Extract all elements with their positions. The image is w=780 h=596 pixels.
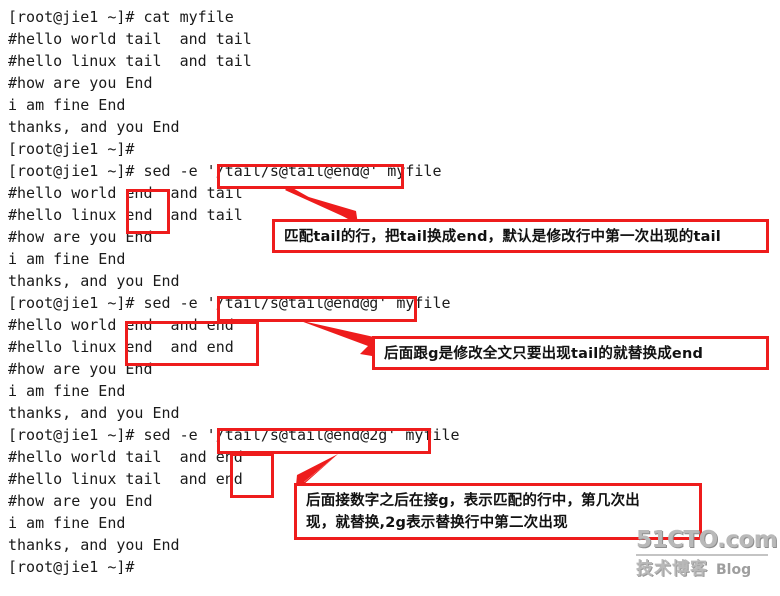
annotation-note-3: 后面接数字之后在接g，表示匹配的行中，第几次出 现，就替换,2g表示替换行中第二… (294, 483, 702, 540)
annotation-note-2-line: 后面跟g是修改全文只要出现tail的就替换成end (384, 346, 704, 362)
annotation-note-1: 匹配tail的行，把tail换成end，默认是修改行中第一次出现的tail (272, 219, 769, 253)
terminal-line: [root@jie1 ~]# sed -e '/tail/s@tail@end@… (8, 426, 460, 444)
terminal-line: thanks, and you End (8, 404, 180, 422)
terminal-line: [root@jie1 ~]# sed -e '/tail/s@tail@end@… (8, 294, 451, 312)
terminal-line: #hello world end and end (8, 316, 234, 334)
annotation-note-3-line: 现，就替换,2g表示替换行中第二次出现 (306, 515, 568, 531)
terminal-line: i am fine End (8, 382, 126, 400)
terminal-line: #hello linux tail and tail (8, 52, 252, 70)
annotation-note-3-line: 后面接数字之后在接g，表示匹配的行中，第几次出 (306, 493, 640, 509)
terminal-line: [root@jie1 ~]# (8, 558, 135, 576)
annotation-note-2: 后面跟g是修改全文只要出现tail的就替换成end (372, 336, 769, 370)
terminal-line: i am fine End (8, 96, 126, 114)
terminal-line: [root@jie1 ~]# (8, 140, 135, 158)
terminal-line: #how are you End (8, 74, 153, 92)
terminal-line: [root@jie1 ~]# sed -e '/tail/s@tail@end@… (8, 162, 442, 180)
terminal-line: #hello world tail and end (8, 448, 243, 466)
annotation-note-1-line: 匹配tail的行，把tail换成end，默认是修改行中第一次出现的tail (284, 229, 721, 245)
terminal-line: #hello world tail and tail (8, 30, 252, 48)
terminal-line: [root@jie1 ~]# cat myfile (8, 8, 234, 26)
terminal-line: #hello world end and tail (8, 184, 243, 202)
terminal-line: thanks, and you End (8, 272, 180, 290)
terminal-line: thanks, and you End (8, 118, 180, 136)
